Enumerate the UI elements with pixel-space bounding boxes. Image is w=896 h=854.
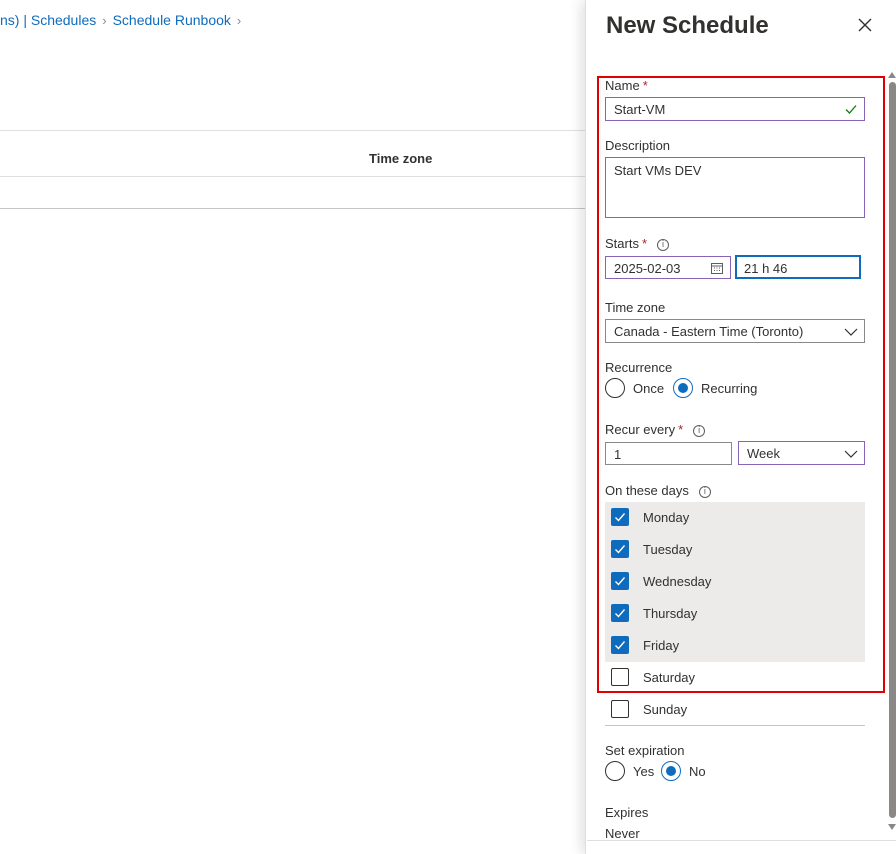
breadcrumb: ns) | Schedules › Schedule Runbook › xyxy=(0,12,247,28)
table-row-divider xyxy=(0,208,585,209)
set-expiration-label: Set expiration xyxy=(605,743,685,758)
panel-title: New Schedule xyxy=(606,12,769,39)
main-content-area xyxy=(0,0,585,854)
day-label-sunday: Sunday xyxy=(643,701,688,717)
expires-label: Expires xyxy=(605,805,649,820)
scroll-up-arrow-icon[interactable] xyxy=(888,72,896,78)
chevron-right-icon: › xyxy=(102,13,107,28)
chevron-right-icon: › xyxy=(236,13,242,28)
table-border-top xyxy=(0,130,585,131)
radio-circle xyxy=(605,761,625,781)
expiration-no-radio[interactable]: No xyxy=(661,761,706,781)
close-button[interactable] xyxy=(854,14,876,36)
breadcrumb-item-schedule-runbook[interactable]: Schedule Runbook xyxy=(113,12,231,28)
days-divider xyxy=(605,725,865,726)
day-checkbox-sunday[interactable]: Sunday xyxy=(611,700,687,718)
table-header-divider xyxy=(0,176,585,177)
highlight-annotation-box xyxy=(597,76,885,693)
expires-value: Never xyxy=(605,826,640,841)
panel-scrollbar[interactable] xyxy=(888,72,896,832)
close-icon xyxy=(858,18,872,32)
checkbox-unchecked[interactable] xyxy=(611,700,629,718)
column-header-timezone[interactable]: Time zone xyxy=(369,151,432,166)
expiration-yes-label: Yes xyxy=(633,763,655,779)
scroll-thumb[interactable] xyxy=(889,82,896,818)
scroll-down-arrow-icon[interactable] xyxy=(888,824,896,830)
breadcrumb-item-schedules[interactable]: ns) | Schedules xyxy=(0,12,96,28)
expiration-no-label: No xyxy=(689,763,706,779)
radio-circle-selected xyxy=(661,761,681,781)
expiration-yes-radio[interactable]: Yes xyxy=(605,761,654,781)
